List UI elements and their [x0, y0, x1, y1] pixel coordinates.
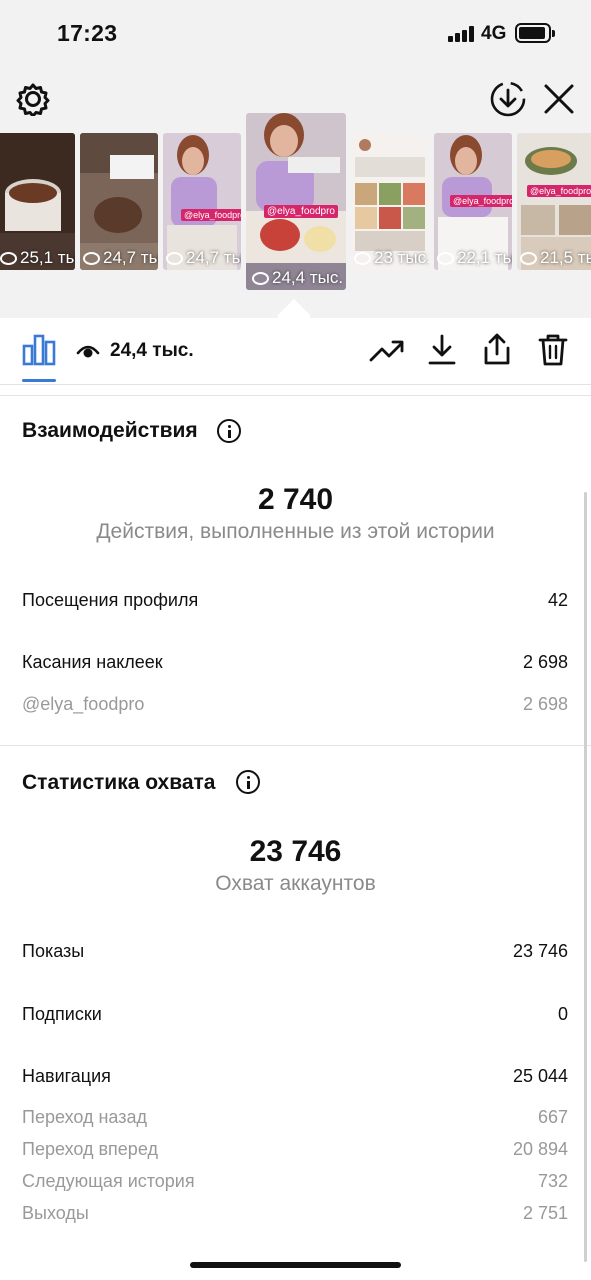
trash-icon[interactable]: [538, 333, 568, 367]
scrollbar[interactable]: [584, 492, 587, 1262]
story-thumbnail[interactable]: @elya_foodpro 24,7 тыс.: [163, 133, 241, 270]
metric-subvalue: 2 698: [522, 694, 568, 714]
toolbar-divider: [0, 384, 591, 385]
metric-subvalue: 732: [537, 1171, 568, 1191]
thumbnail-view-count: 21,5 тыс.: [520, 248, 591, 268]
metric-sublabel: Следующая история: [22, 1171, 195, 1191]
interactions-total: 2 740: [257, 483, 334, 516]
thumbnail-view-count: 23 тыс.: [354, 248, 429, 268]
metric-value: 42: [547, 590, 568, 610]
reach-title: Статистика охвата: [22, 771, 216, 794]
thumbnail-image: [246, 113, 346, 290]
metric-label: Показы: [22, 941, 85, 961]
reach-total: 23 746: [249, 835, 342, 868]
story-thumbnail[interactable]: @elya_foodpro 22,1 тыс.: [434, 133, 512, 270]
trending-up-icon[interactable]: [369, 336, 405, 366]
section-divider: [0, 745, 591, 746]
status-bar: 17:23 4G: [0, 0, 591, 70]
metric-sublabel: Выходы: [22, 1203, 89, 1223]
story-thumbnail[interactable]: 23 тыс.: [351, 133, 429, 270]
info-icon[interactable]: [217, 419, 241, 443]
close-icon[interactable]: [542, 82, 576, 116]
share-icon[interactable]: [482, 332, 512, 366]
metric-subvalue: 20 894: [512, 1139, 568, 1159]
story-thumbnail[interactable]: 24,7 тыс.: [80, 133, 158, 270]
thumbnail-view-count: 24,7 тыс.: [166, 248, 241, 268]
metric-value: 25 044: [512, 1066, 568, 1086]
home-indicator[interactable]: [190, 1262, 401, 1268]
metric-label: Навигация: [22, 1066, 111, 1086]
metric-value: 0: [557, 1004, 568, 1024]
thumbnail-view-count: 22,1 тыс.: [437, 248, 512, 268]
metric-subvalue: 667: [537, 1107, 568, 1127]
thumbnail-view-count: 24,4 тыс.: [252, 268, 343, 288]
active-tab-indicator: [22, 379, 56, 382]
metric-sublabel: @elya_foodpro: [22, 694, 145, 714]
interactions-title: Взаимодействия: [22, 419, 198, 442]
eye-icon: [76, 345, 100, 358]
metric-sublabel: Переход назад: [22, 1107, 148, 1127]
battery-icon: [515, 23, 555, 43]
handle-tag: @elya_foodpro: [527, 185, 591, 197]
interactions-subtitle: Действия, выполненные из этой истории: [96, 520, 495, 543]
metric-label: Касания наклеек: [22, 652, 163, 672]
info-icon[interactable]: [236, 770, 260, 794]
metric-value: 23 746: [512, 941, 568, 961]
reach-subtitle: Охват аккаунтов: [215, 872, 376, 895]
metric-label: Посещения профиля: [22, 590, 199, 610]
status-time: 17:23: [57, 20, 118, 46]
network-type: 4G: [481, 23, 507, 44]
story-thumbnail[interactable]: @elya_foodpro 21,5 тыс.: [517, 133, 591, 270]
handle-tag: @elya_foodpro: [264, 205, 338, 218]
story-views-count: 24,4 тыс.: [110, 340, 194, 361]
metric-subvalue: 2 751: [522, 1203, 568, 1223]
story-thumbnail[interactable]: 25,1 тыс.: [0, 133, 75, 270]
settings-gear-icon[interactable]: [16, 82, 50, 116]
section-divider: [0, 395, 591, 396]
story-thumbnail-selected[interactable]: @elya_foodpro 24,4 тыс.: [246, 113, 346, 290]
thumbnail-view-count: 24,7 тыс.: [83, 248, 158, 268]
metric-sublabel: Переход вперед: [22, 1139, 158, 1159]
metric-value: 2 698: [522, 652, 568, 672]
handle-tag: @elya_foodpro: [181, 209, 241, 221]
handle-tag: @elya_foodpro: [450, 195, 512, 207]
metric-label: Подписки: [22, 1004, 102, 1024]
bar-chart-icon[interactable]: [22, 334, 56, 366]
thumbnail-view-count: 25,1 тыс.: [0, 248, 75, 268]
download-icon[interactable]: [427, 334, 457, 366]
story-thumbnail-strip: 25,1 тыс. 24,7 тыс. @elya_foodpro 24,7 т…: [0, 113, 591, 293]
signal-icon: [448, 26, 474, 42]
